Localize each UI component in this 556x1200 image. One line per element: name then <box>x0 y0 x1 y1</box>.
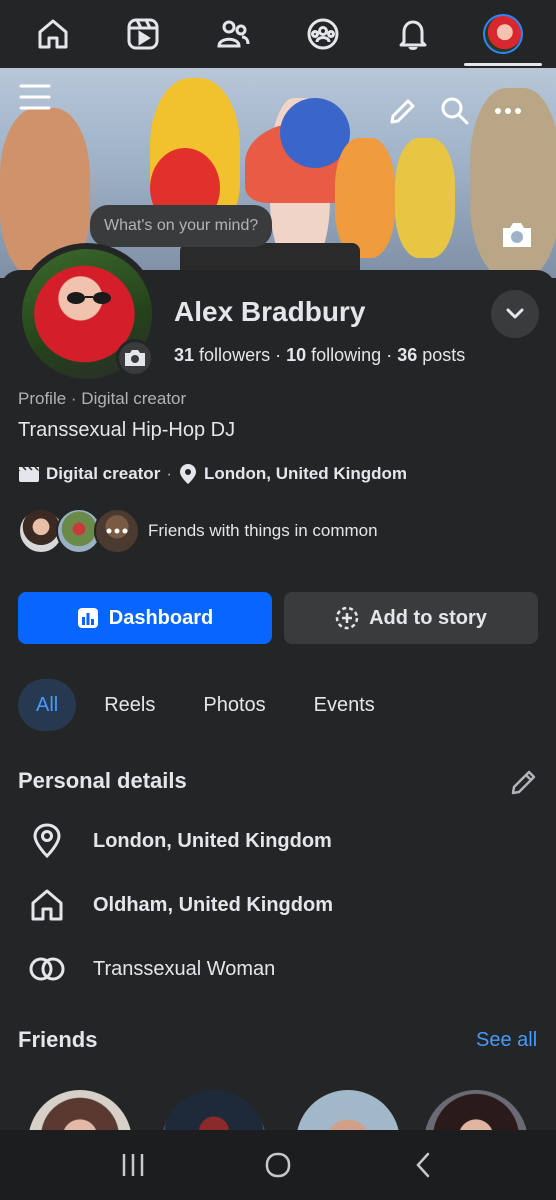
following-count[interactable]: 10 <box>286 345 306 365</box>
profile-switch-button[interactable] <box>491 290 539 338</box>
stats-separator: · <box>275 345 287 365</box>
back-button[interactable] <box>393 1135 453 1195</box>
detail-identity: Transsexual Woman <box>28 950 275 988</box>
home-icon <box>38 19 68 49</box>
home-system-button[interactable] <box>248 1135 308 1195</box>
reels-icon <box>127 18 159 50</box>
profile-stats: 31 followers · 10 following · 36 posts <box>174 345 465 366</box>
dashboard-label: Dashboard <box>108 606 214 629</box>
nav-notifications[interactable] <box>378 0 448 68</box>
dashboard-icon <box>77 608 98 628</box>
posts-count: 36 <box>397 345 418 365</box>
location-pin-icon <box>179 464 196 484</box>
more-options-icon[interactable] <box>494 106 522 116</box>
see-all-friends-link[interactable]: See all <box>476 1029 537 1052</box>
followers-count[interactable]: 31 <box>174 345 194 365</box>
friends-title: Friends <box>18 1027 98 1052</box>
groups-icon <box>307 18 339 50</box>
detail-current-city: London, United Kingdom <box>28 822 332 860</box>
nav-profile-avatar <box>483 14 523 54</box>
category-text: Digital creator <box>46 464 161 483</box>
mutual-friends-row[interactable]: Friends with things in common <box>18 508 378 554</box>
profile-subline: Profile · Digital creator <box>18 389 187 408</box>
location-pin-icon <box>28 822 66 860</box>
hometown-text: Oldham, United Kingdom <box>93 893 333 916</box>
nav-reels[interactable] <box>108 0 178 68</box>
current-city-text: London, United Kingdom <box>93 829 332 852</box>
content-tabs: All Reels Photos Events <box>18 679 403 731</box>
profile-meta: Digital creator · London, United Kingdom <box>18 463 407 485</box>
tab-photos[interactable]: Photos <box>183 679 285 731</box>
recent-apps-icon <box>122 1154 143 1176</box>
tab-events[interactable]: Events <box>294 679 395 731</box>
rings-icon <box>28 950 66 988</box>
location-text: London, United Kingdom <box>203 464 407 483</box>
clapperboard-icon <box>19 466 39 482</box>
search-icon[interactable] <box>440 96 470 126</box>
add-to-story-label: Add to story <box>369 606 487 629</box>
home-icon <box>28 886 66 924</box>
tab-reels[interactable]: Reels <box>84 679 175 731</box>
mutual-friends-text: Friends with things in common <box>148 521 378 540</box>
following-label[interactable]: following <box>311 345 381 365</box>
nav-home[interactable] <box>18 0 88 68</box>
tab-all[interactable]: All <box>18 679 77 731</box>
recent-apps-button[interactable] <box>103 1135 163 1195</box>
bell-icon <box>399 20 427 50</box>
profile-bio: Transsexual Hip-Hop DJ <box>18 419 236 441</box>
nav-profile[interactable] <box>464 0 542 68</box>
whats-on-your-mind-bubble[interactable]: What's on your mind? <box>90 205 273 247</box>
add-to-story-button[interactable]: Add to story <box>284 592 538 644</box>
add-story-icon <box>335 606 359 630</box>
friends-icon <box>217 20 250 48</box>
back-chevron-icon <box>416 1152 430 1178</box>
more-dots-icon <box>106 528 128 534</box>
followers-label[interactable]: followers <box>199 345 270 365</box>
identity-text: Transsexual Woman <box>93 957 276 980</box>
posts-label: posts <box>422 345 466 365</box>
top-nav-bar <box>0 0 556 68</box>
profile-camera-button[interactable] <box>116 339 154 377</box>
sunglasses-graphic <box>67 292 111 304</box>
chevron-down-icon <box>506 308 524 319</box>
profile-name: Alex Bradbury <box>174 296 366 327</box>
edit-details-pencil-icon[interactable] <box>510 768 538 796</box>
nav-friends[interactable] <box>198 0 268 68</box>
system-nav-bar <box>0 1130 556 1200</box>
edit-pencil-icon[interactable] <box>388 96 418 126</box>
camera-icon <box>125 350 145 366</box>
detail-hometown: Oldham, United Kingdom <box>28 886 333 924</box>
meta-separator: · <box>166 464 172 483</box>
nav-groups[interactable] <box>288 0 358 68</box>
dashboard-button[interactable]: Dashboard <box>18 592 272 644</box>
home-circle-icon <box>265 1152 291 1178</box>
personal-details-title: Personal details <box>18 768 187 793</box>
stats-separator: · <box>386 345 398 365</box>
mutual-friend-more <box>94 508 140 554</box>
menu-icon[interactable] <box>18 82 52 112</box>
cover-camera-icon[interactable] <box>500 220 534 250</box>
